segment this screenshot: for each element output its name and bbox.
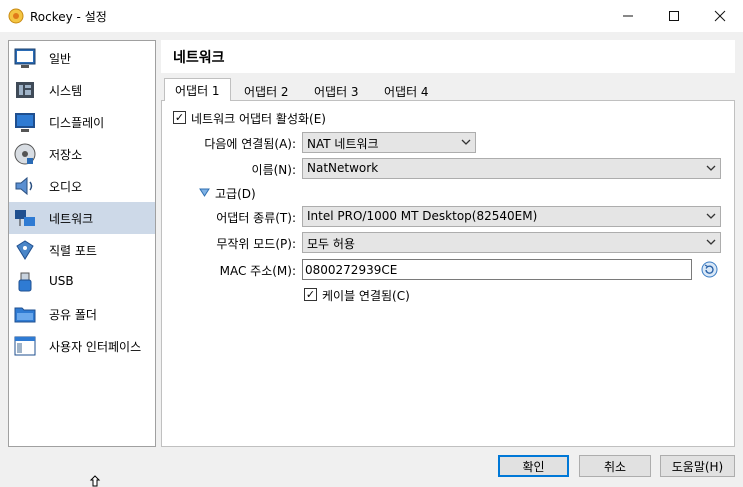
minimize-button[interactable]	[605, 0, 651, 32]
tab-adapter-1[interactable]: 어댑터 1	[164, 78, 231, 101]
adapter-type-value: Intel PRO/1000 MT Desktop(82540EM)	[307, 209, 538, 223]
enable-adapter-checkbox[interactable]: ✓	[173, 111, 186, 124]
promiscuous-mode-select[interactable]: 모두 허용	[302, 232, 721, 253]
chevron-down-icon	[706, 165, 716, 171]
sidebar-item-serial-port[interactable]: 직렬 포트	[9, 234, 155, 266]
sidebar-item-general[interactable]: 일반	[9, 42, 155, 74]
network-name-value: NatNetwork	[307, 161, 379, 175]
mac-address-input[interactable]	[305, 261, 689, 278]
shared-folder-icon	[14, 307, 36, 323]
sidebar-item-label: 오디오	[49, 180, 83, 194]
promiscuous-mode-label: 무작위 모드(P):	[216, 237, 296, 251]
audio-icon	[15, 176, 33, 196]
user-interface-icon	[14, 336, 36, 356]
sidebar-item-display[interactable]: 디스플레이	[9, 106, 155, 138]
attached-to-value: NAT 네트워크	[307, 137, 379, 151]
cable-connected-checkbox[interactable]: ✓	[304, 288, 317, 301]
general-icon	[14, 48, 36, 68]
expand-triangle-icon[interactable]	[199, 187, 210, 198]
tab-adapter-4[interactable]: 어댑터 4	[374, 80, 439, 100]
storage-icon	[14, 143, 36, 165]
name-label: 이름(N):	[251, 163, 296, 177]
usb-icon	[18, 272, 32, 292]
sidebar-item-system[interactable]: 시스템	[9, 74, 155, 106]
adapter-tab-content: ✓ 네트워크 어댑터 활성화(E) 다음에 연결됨(A): NAT 네트워크 이…	[161, 100, 735, 447]
mac-address-label: MAC 주소(M):	[219, 264, 296, 278]
sidebar-item-user-interface[interactable]: 사용자 인터페이스	[9, 330, 155, 362]
mac-address-field[interactable]	[302, 259, 692, 280]
settings-sidebar: 일반 시스템 디스플레이 저장소 오디오 네트워크 직렬 포트 USB 공유 폴…	[8, 40, 156, 447]
refresh-mac-icon[interactable]	[701, 261, 718, 278]
sidebar-item-network[interactable]: 네트워크	[9, 202, 155, 234]
attached-to-label: 다음에 연결됨(A):	[204, 137, 296, 151]
page-title: 네트워크	[173, 50, 225, 66]
panel-header: 네트워크	[161, 40, 735, 73]
sidebar-item-label: 사용자 인터페이스	[49, 340, 142, 354]
help-button[interactable]: 도움말(H)	[660, 455, 735, 477]
chevron-down-icon	[706, 239, 716, 245]
window-title: Rockey - 설정	[30, 10, 107, 24]
sidebar-item-label: 공유 폴더	[49, 308, 97, 322]
adapter-type-select[interactable]: Intel PRO/1000 MT Desktop(82540EM)	[302, 206, 721, 227]
sidebar-item-label: USB	[49, 274, 74, 288]
enable-adapter-label: 네트워크 어댑터 활성화(E)	[191, 112, 326, 126]
promiscuous-mode-value: 모두 허용	[307, 237, 355, 251]
adapter-type-label: 어댑터 종류(T):	[216, 211, 296, 225]
chevron-down-icon	[706, 213, 716, 219]
cable-connected-label: 케이블 연결됨(C)	[322, 289, 410, 303]
advanced-toggle-label[interactable]: 고급(D)	[215, 185, 256, 202]
network-icon	[15, 210, 35, 226]
chevron-down-icon	[461, 139, 471, 145]
sidebar-item-shared-folders[interactable]: 공유 폴더	[9, 298, 155, 330]
title-bar: Rockey - 설정	[0, 0, 743, 32]
sidebar-item-label: 저장소	[49, 148, 83, 162]
sidebar-item-label: 네트워크	[49, 212, 94, 226]
sidebar-item-storage[interactable]: 저장소	[9, 138, 155, 170]
sidebar-item-usb[interactable]: USB	[9, 266, 155, 298]
network-panel: 네트워크 어댑터 1 어댑터 2 어댑터 3 어댑터 4 ✓ 네트워크 어댑터 …	[161, 40, 735, 447]
tab-adapter-2[interactable]: 어댑터 2	[234, 80, 299, 100]
ok-button[interactable]: 확인	[498, 455, 569, 477]
virtualbox-app-icon	[8, 8, 24, 24]
close-icon	[714, 10, 726, 22]
mouse-cursor-icon	[89, 475, 101, 487]
sidebar-item-label: 시스템	[49, 84, 83, 98]
tab-adapter-3[interactable]: 어댑터 3	[304, 80, 369, 100]
serial-port-icon	[16, 240, 34, 260]
cancel-button[interactable]: 취소	[579, 455, 651, 477]
system-icon	[16, 82, 34, 98]
sidebar-item-audio[interactable]: 오디오	[9, 170, 155, 202]
sidebar-item-label: 직렬 포트	[49, 244, 97, 258]
display-icon	[15, 113, 35, 132]
minimize-icon	[623, 15, 633, 17]
attached-to-select[interactable]: NAT 네트워크	[302, 132, 476, 153]
sidebar-item-label: 디스플레이	[49, 116, 105, 130]
maximize-button[interactable]	[651, 0, 697, 32]
sidebar-item-label: 일반	[49, 52, 72, 66]
close-button[interactable]	[697, 0, 743, 32]
maximize-icon	[669, 11, 679, 21]
network-name-select[interactable]: NatNetwork	[302, 158, 721, 179]
